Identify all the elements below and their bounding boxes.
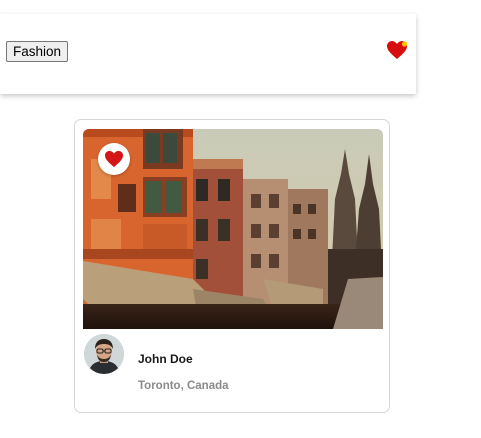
heart-icon <box>104 150 124 168</box>
top-navigation-bar: Fashion <box>0 14 416 94</box>
fashion-category-button[interactable]: Fashion <box>6 41 69 62</box>
user-name: John Doe <box>138 352 193 366</box>
profile-card: John Doe Toronto, Canada <box>74 119 390 413</box>
user-location: Toronto, Canada <box>138 380 229 392</box>
favorite-button[interactable] <box>98 143 130 175</box>
user-avatar[interactable] <box>84 334 124 374</box>
card-photo <box>83 129 383 329</box>
favorites-heart-icon[interactable] <box>386 40 408 60</box>
